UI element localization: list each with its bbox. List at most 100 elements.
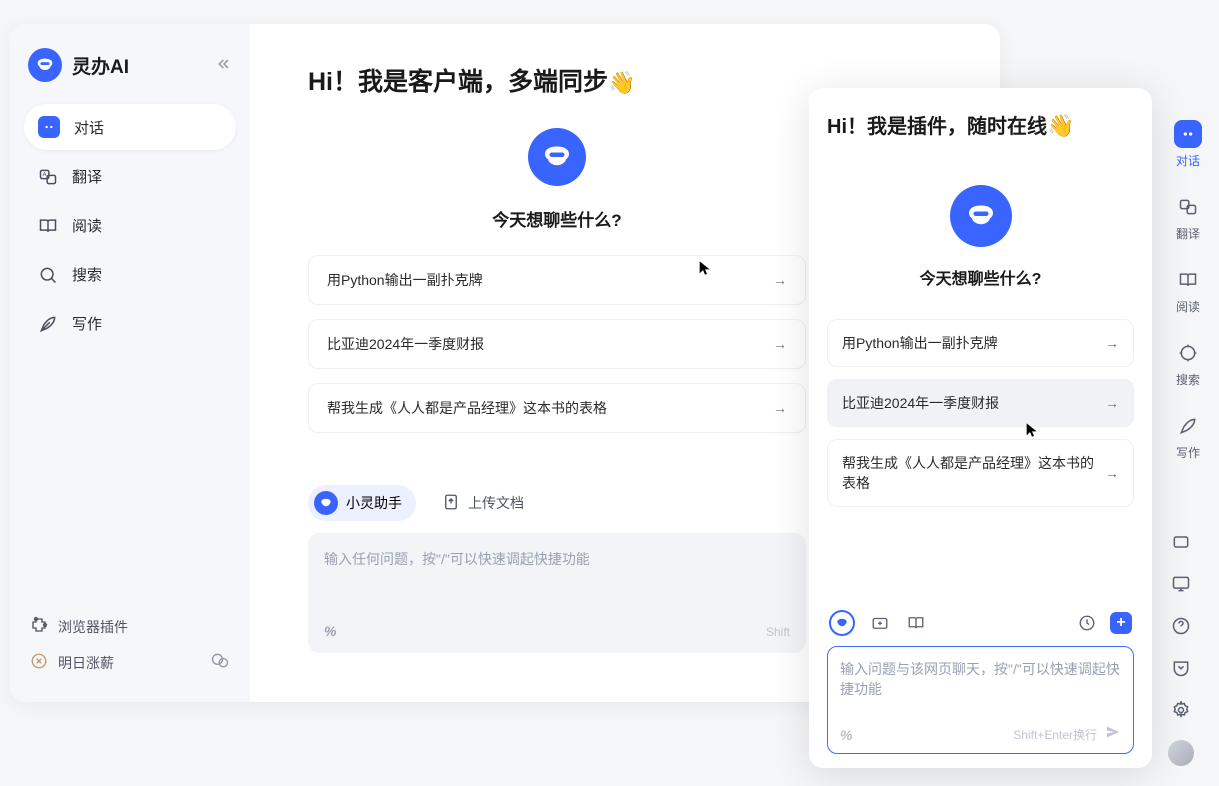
translate-icon: [1174, 193, 1202, 221]
assistant-label: 小灵助手: [346, 493, 402, 513]
nav-item-write[interactable]: 写作: [24, 301, 236, 346]
settings-icon[interactable]: [1169, 698, 1193, 722]
upload-doc-button[interactable]: 上传文档: [442, 493, 524, 514]
promo-icon: [30, 652, 48, 673]
suggestion-item[interactable]: 比亚迪2024年一季度财报 →: [308, 319, 806, 369]
plugin-suggestion-item[interactable]: 比亚迪2024年一季度财报 →: [827, 379, 1134, 427]
puzzle-icon: [30, 616, 48, 637]
promo-link[interactable]: 明日涨薪: [30, 651, 230, 674]
plugin-suggestions: 用Python输出一副扑克牌 → 比亚迪2024年一季度财报 → 帮我生成《人人…: [827, 319, 1134, 507]
suggestion-item[interactable]: 用Python输出一副扑克牌 →: [308, 255, 806, 305]
rail-label: 翻译: [1176, 225, 1200, 242]
input-placeholder: 输入问题与该网页聊天，按"/"可以快速调起快捷功能: [840, 661, 1120, 697]
help-icon[interactable]: [1169, 614, 1193, 638]
plugin-hero-question: 今天想聊些什么?: [920, 265, 1042, 289]
nav-label: 对话: [74, 117, 104, 138]
plugin-title-text: Hi！我是插件，随时在线: [827, 116, 1047, 138]
nav-item-translate[interactable]: A 翻译: [24, 154, 236, 199]
right-rail: 对话 翻译 阅读 搜索 写作: [1160, 120, 1216, 461]
plugin-suggestion-item[interactable]: 帮我生成《人人都是产品经理》这本书的表格 →: [827, 439, 1134, 507]
brand-title: 灵办AI: [72, 52, 129, 79]
feather-icon: [38, 314, 58, 334]
arrow-right-icon: →: [1105, 465, 1119, 481]
slash-icon: %: [324, 623, 336, 639]
suggestion-text: 帮我生成《人人都是产品经理》这本书的表格: [327, 398, 607, 418]
client-title-text: Hi！我是客户端，多端同步: [308, 68, 608, 96]
wechat-icon[interactable]: [210, 651, 230, 674]
history-icon[interactable]: [1076, 612, 1098, 634]
shift-hint: Shift+Enter换行: [1013, 726, 1097, 743]
upload-icon: [442, 493, 460, 514]
plugin-input[interactable]: 输入问题与该网页聊天，按"/"可以快速调起快捷功能 % Shift+Enter换…: [827, 646, 1134, 754]
nav: 对话 A 翻译 阅读 搜索: [24, 104, 236, 346]
browser-plugin-label: 浏览器插件: [58, 617, 128, 637]
brand-logo: [28, 48, 62, 82]
book-open-icon[interactable]: [905, 612, 927, 634]
rail-item-chat[interactable]: 对话: [1174, 120, 1202, 169]
arrow-right-icon: →: [773, 336, 787, 352]
new-chat-button[interactable]: +: [1110, 612, 1132, 634]
plugin-window: Hi！我是插件，随时在线👋 今天想聊些什么? 用Python输出一副扑克牌 → …: [809, 88, 1152, 768]
rail-item-translate[interactable]: 翻译: [1174, 193, 1202, 242]
suggestion-text: 比亚迪2024年一季度财报: [327, 334, 484, 354]
input-placeholder: 输入任何问题，按"/"可以快速调起快捷功能: [324, 551, 590, 567]
svg-text:A: A: [43, 172, 47, 178]
browser-plugin-link[interactable]: 浏览器插件: [30, 616, 230, 637]
arrow-right-icon: →: [1105, 395, 1119, 411]
suggestion-text: 比亚迪2024年一季度财报: [842, 393, 999, 413]
suggestion-text: 用Python输出一副扑克牌: [842, 333, 998, 353]
wave-emoji: 👋: [608, 70, 635, 96]
hero-logo: [528, 128, 586, 186]
nav-label: 翻译: [72, 166, 102, 187]
user-avatar[interactable]: [1168, 740, 1194, 766]
rail-label: 写作: [1176, 444, 1200, 461]
plugin-hero: 今天想聊些什么?: [827, 185, 1134, 289]
plugin-suggestion-item[interactable]: 用Python输出一副扑克牌 →: [827, 319, 1134, 367]
wave-emoji: 👋: [1047, 113, 1074, 139]
plugin-assistant-icon[interactable]: [829, 610, 855, 636]
collapse-icon[interactable]: [216, 56, 232, 75]
brand: 灵办AI: [24, 42, 236, 104]
new-folder-icon[interactable]: [869, 612, 891, 634]
chat-icon: [38, 116, 60, 138]
upload-label: 上传文档: [468, 493, 524, 513]
rail-item-read[interactable]: 阅读: [1174, 266, 1202, 315]
arrow-right-icon: →: [773, 400, 787, 416]
client-hero: 今天想聊些什么?: [308, 128, 806, 231]
nav-item-read[interactable]: 阅读: [24, 203, 236, 248]
nav-label: 写作: [72, 313, 102, 334]
rail-item-write[interactable]: 写作: [1174, 412, 1202, 461]
rail-bottom: [1168, 530, 1194, 766]
nav-item-search[interactable]: 搜索: [24, 252, 236, 297]
rail-label: 阅读: [1176, 298, 1200, 315]
suggestion-text: 帮我生成《人人都是产品经理》这本书的表格: [842, 453, 1105, 493]
hero-question: 今天想聊些什么?: [492, 206, 621, 231]
search-icon: [38, 265, 58, 285]
send-icon[interactable]: [1105, 724, 1121, 743]
nav-item-chat[interactable]: 对话: [24, 104, 236, 150]
feather-icon: [1174, 412, 1202, 440]
pocket-icon[interactable]: [1169, 656, 1193, 680]
monitor-icon[interactable]: [1169, 572, 1193, 596]
window-icon[interactable]: [1169, 530, 1193, 554]
client-suggestions: 用Python输出一副扑克牌 → 比亚迪2024年一季度财报 → 帮我生成《人人…: [308, 255, 806, 433]
book-icon: [38, 216, 58, 236]
plugin-title: Hi！我是插件，随时在线👋: [827, 110, 1134, 139]
search-target-icon: [1174, 339, 1202, 367]
plugin-hero-logo: [950, 185, 1012, 247]
translate-icon: A: [38, 167, 58, 187]
arrow-right-icon: →: [1105, 335, 1119, 351]
rail-item-search[interactable]: 搜索: [1174, 339, 1202, 388]
plugin-toolbar: +: [827, 604, 1134, 646]
assistant-chip[interactable]: 小灵助手: [308, 485, 416, 521]
client-input[interactable]: 输入任何问题，按"/"可以快速调起快捷功能 % Shift: [308, 533, 806, 653]
nav-label: 阅读: [72, 215, 102, 236]
suggestion-item[interactable]: 帮我生成《人人都是产品经理》这本书的表格 →: [308, 383, 806, 433]
sidebar-bottom: 浏览器插件 明日涨薪: [24, 606, 236, 684]
promo-label: 明日涨薪: [58, 653, 114, 673]
shift-hint: Shift: [766, 625, 790, 639]
rail-label: 搜索: [1176, 371, 1200, 388]
assistant-logo-icon: [314, 491, 338, 515]
book-icon: [1174, 266, 1202, 294]
arrow-right-icon: →: [773, 272, 787, 288]
